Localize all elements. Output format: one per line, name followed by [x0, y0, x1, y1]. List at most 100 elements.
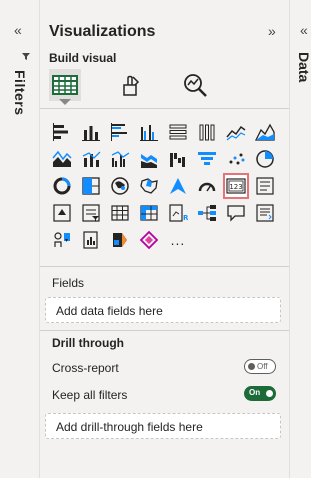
cross-report-toggle[interactable]: Off: [244, 359, 276, 374]
visual-type-ribbon-chart-button[interactable]: [136, 146, 162, 172]
visual-type-qa-visual-button[interactable]: [223, 200, 249, 226]
visual-type-line-chart-button[interactable]: [223, 119, 249, 145]
svg-text:R: R: [183, 214, 188, 222]
card-icon: 123: [226, 178, 246, 194]
analytics-mode-button[interactable]: [179, 69, 211, 101]
clustered-bar-chart-icon: [111, 123, 127, 141]
treemap-icon: [82, 177, 100, 195]
visualizations-pane: Visualizations » Build visual 123 R... Fi…: [40, 14, 289, 478]
gauge-icon: [198, 182, 216, 192]
line-and-clustered-column-chart-icon: [111, 151, 130, 167]
toggle-state: On: [249, 388, 261, 397]
visual-type-table-button[interactable]: [107, 200, 133, 226]
drill-through-drop-well[interactable]: Add drill-through fields here: [45, 413, 281, 439]
map-icon: [111, 177, 129, 195]
visual-type-100-stacked-bar-chart-button[interactable]: [165, 119, 191, 145]
build-visual-label: Build visual: [49, 51, 117, 65]
waterfall-chart-icon: [170, 153, 185, 167]
visual-type-line-and-clustered-column-chart-button[interactable]: [107, 146, 133, 172]
decomposition-tree-icon: [198, 205, 216, 221]
power-apps-icon: [113, 233, 127, 247]
keep-all-filters-label: Keep all filters: [52, 388, 128, 402]
visual-type-stacked-bar-chart-button[interactable]: [49, 119, 75, 145]
divider: [40, 266, 289, 267]
collapse-visualizations-icon[interactable]: »: [268, 23, 276, 39]
visual-type-donut-chart-button[interactable]: [49, 173, 75, 199]
ribbon-chart-icon: [141, 154, 157, 168]
visual-type-power-automate-button[interactable]: [136, 227, 162, 253]
drill-through-label: Drill through: [52, 336, 124, 350]
line-and-stacked-column-chart-icon: [82, 151, 101, 167]
filters-pane-label[interactable]: Filters: [12, 70, 28, 116]
visual-type-area-chart-button[interactable]: [252, 119, 278, 145]
visual-type-map-button[interactable]: [107, 173, 133, 199]
clustered-column-chart-icon: [140, 125, 158, 141]
visual-type-clustered-column-chart-button[interactable]: [136, 119, 162, 145]
100-stacked-column-chart-icon: [199, 124, 215, 141]
cross-report-label: Cross-report: [52, 361, 119, 375]
visual-type-r-script-visual-button[interactable]: R: [165, 200, 191, 226]
funnel-chart-icon: [198, 152, 216, 165]
visual-type-key-influencers-button[interactable]: [49, 227, 75, 253]
visual-type-line-and-stacked-column-chart-button[interactable]: [78, 146, 104, 172]
table-icon: [111, 205, 129, 221]
visual-type-decomposition-tree-button[interactable]: [194, 200, 220, 226]
filter-icon: [22, 52, 30, 63]
smart-narrative-icon: [256, 204, 274, 222]
keep-all-filters-toggle[interactable]: On: [244, 386, 276, 401]
data-pane: « Data: [289, 0, 312, 478]
format-visual-mode-button[interactable]: [115, 69, 147, 101]
magnifier-chart-icon: [184, 74, 207, 97]
table-grid-icon: [52, 75, 78, 95]
expand-filters-chevron-icon[interactable]: «: [14, 22, 22, 38]
build-visual-mode-button[interactable]: [49, 69, 81, 105]
visual-type-treemap-button[interactable]: [78, 173, 104, 199]
toggle-state: Off: [257, 362, 268, 371]
visual-type-paginated-report-button[interactable]: [78, 227, 104, 253]
key-influencers-icon: [54, 232, 70, 247]
visual-type-waterfall-chart-button[interactable]: [165, 146, 191, 172]
filled-map-icon: [140, 178, 158, 194]
visual-type-scatter-chart-button[interactable]: [223, 146, 249, 172]
kpi-icon: [53, 204, 71, 222]
power-automate-icon: [139, 230, 159, 250]
donut-chart-icon: [53, 177, 71, 195]
toggle-knob: [266, 390, 273, 397]
fields-label: Fields: [52, 276, 85, 290]
visual-type-smart-narrative-button[interactable]: [252, 200, 278, 226]
line-chart-icon: [226, 125, 246, 141]
more-visuals-icon: ...: [170, 232, 186, 248]
stacked-area-chart-icon: [52, 150, 72, 167]
visual-type-filled-map-button[interactable]: [136, 173, 162, 199]
divider: [40, 108, 289, 109]
data-pane-label[interactable]: Data: [296, 52, 312, 82]
visual-type-azure-map-button[interactable]: [165, 173, 191, 199]
paginated-report-icon: [83, 231, 98, 249]
expand-data-chevron-icon[interactable]: «: [300, 22, 308, 38]
cross-report-row: Cross-report Off: [52, 359, 276, 375]
divider: [40, 330, 289, 331]
keep-all-filters-row: Keep all filters On: [52, 386, 276, 402]
visual-type-funnel-chart-button[interactable]: [194, 146, 220, 172]
fields-drop-well[interactable]: Add data fields here: [45, 297, 281, 323]
visual-type-kpi-button[interactable]: [49, 200, 75, 226]
100-stacked-bar-chart-icon: [169, 124, 187, 140]
visual-type-more-visuals-button[interactable]: ...: [165, 227, 191, 253]
visual-type-pie-chart-button[interactable]: [252, 146, 278, 172]
visual-type-clustered-bar-chart-button[interactable]: [107, 119, 133, 145]
visual-type-matrix-button[interactable]: [136, 200, 162, 226]
qa-visual-icon: [227, 205, 245, 222]
visual-type-stacked-area-chart-button[interactable]: [49, 146, 75, 172]
azure-map-icon: [170, 178, 186, 194]
visual-type-card-button[interactable]: 123: [223, 173, 249, 199]
visual-type-stacked-column-chart-button[interactable]: [78, 119, 104, 145]
pie-chart-icon: [256, 150, 274, 168]
visual-type-gallery: 123 R...: [49, 119, 278, 253]
visual-type-slicer-button[interactable]: [78, 200, 104, 226]
visual-type-gauge-button[interactable]: [194, 173, 220, 199]
scatter-chart-icon: [229, 153, 245, 165]
visual-type-100-stacked-column-chart-button[interactable]: [194, 119, 220, 145]
svg-text:123: 123: [229, 183, 242, 191]
visual-type-multi-row-card-button[interactable]: [252, 173, 278, 199]
visual-type-power-apps-button[interactable]: [107, 227, 133, 253]
